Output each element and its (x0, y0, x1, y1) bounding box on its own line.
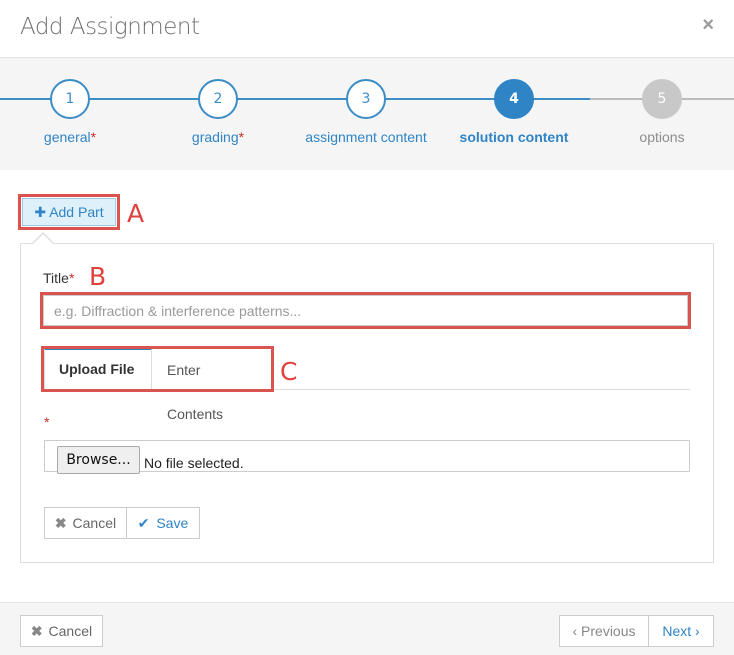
annotation-b: B (89, 262, 107, 291)
step-assignment-content[interactable]: 3 assignment content (286, 79, 446, 145)
modal-footer: ✖ Cancel ‹ Previous Next › (0, 602, 734, 655)
file-input[interactable]: Browse... No file selected. (44, 440, 690, 474)
modal-header: Add Assignment × (0, 0, 734, 58)
title-label: Title* (43, 270, 75, 286)
step-label: solution content (459, 129, 569, 145)
previous-button[interactable]: ‹ Previous (560, 616, 649, 646)
required-marker: * (238, 129, 245, 145)
panel-pointer-fill (33, 234, 53, 244)
step-number: 3 (346, 79, 386, 119)
step-general[interactable]: 1 general* (0, 79, 150, 145)
step-number: 4 (494, 79, 534, 119)
step-number: 1 (50, 79, 90, 119)
part-action-group: ✖ Cancel ✔ Save (44, 507, 200, 539)
file-status: No file selected. (144, 455, 244, 471)
save-part-button[interactable]: ✔ Save (127, 508, 199, 538)
step-options[interactable]: 5 options (582, 79, 734, 145)
cancel-button[interactable]: ✖ Cancel (20, 615, 103, 647)
required-marker: * (44, 414, 50, 430)
close-icon[interactable]: × (702, 14, 714, 37)
step-label: general* (43, 129, 97, 145)
annotation-c: C (280, 357, 298, 386)
required-marker: * (68, 270, 75, 286)
close-icon: ✖ (30, 623, 43, 639)
highlight-box-a (18, 194, 120, 230)
wizard-pager: ‹ Previous Next › (559, 615, 714, 647)
next-button[interactable]: Next › (649, 616, 713, 646)
step-number: 2 (198, 79, 238, 119)
browse-button[interactable]: Browse... (57, 446, 140, 474)
required-marker: * (90, 129, 97, 145)
highlight-box-b (40, 292, 691, 329)
step-solution-content[interactable]: 4 solution content (434, 79, 594, 145)
step-label: options (639, 129, 685, 145)
cancel-part-button[interactable]: ✖ Cancel (45, 508, 127, 538)
wizard-steps: 1 general* 2 grading* 3 assignment conte… (0, 58, 734, 170)
step-label: grading* (191, 129, 245, 145)
modal-title: Add Assignment (20, 14, 200, 40)
step-label: assignment content (305, 129, 427, 145)
highlight-box-c (41, 346, 274, 392)
step-number: 5 (642, 79, 682, 119)
close-icon: ✖ (54, 515, 67, 531)
annotation-a: A (127, 199, 145, 228)
step-grading[interactable]: 2 grading* (138, 79, 298, 145)
check-icon: ✔ (137, 515, 150, 531)
